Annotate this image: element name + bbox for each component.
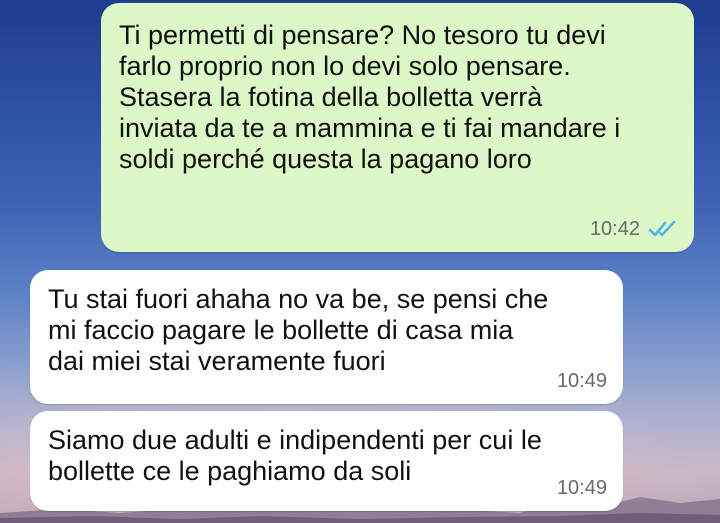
message-text: Ti permetti di pensare? No tesoro tu dev… — [119, 20, 621, 174]
message-meta: 10:49 — [557, 477, 607, 499]
message-meta: 10:42 — [590, 218, 678, 240]
message-time: 10:42 — [589, 218, 640, 240]
message-time: 10:49 — [556, 477, 607, 499]
message-meta: 10:49 — [557, 370, 607, 392]
message-text: Siamo due adulti e indipendenti per cui … — [48, 425, 542, 486]
message-text: Tu stai fuori ahaha no va be, se pensi c… — [48, 284, 549, 376]
outgoing-message-bubble[interactable]: Ti permetti di pensare? No tesoro tu dev… — [101, 3, 694, 252]
message-time: 10:49 — [556, 370, 607, 392]
incoming-message-bubble[interactable]: Siamo due adulti e indipendenti per cui … — [30, 411, 623, 511]
double-check-read-icon — [648, 220, 676, 237]
incoming-message-bubble[interactable]: Tu stai fuori ahaha no va be, se pensi c… — [30, 270, 623, 404]
